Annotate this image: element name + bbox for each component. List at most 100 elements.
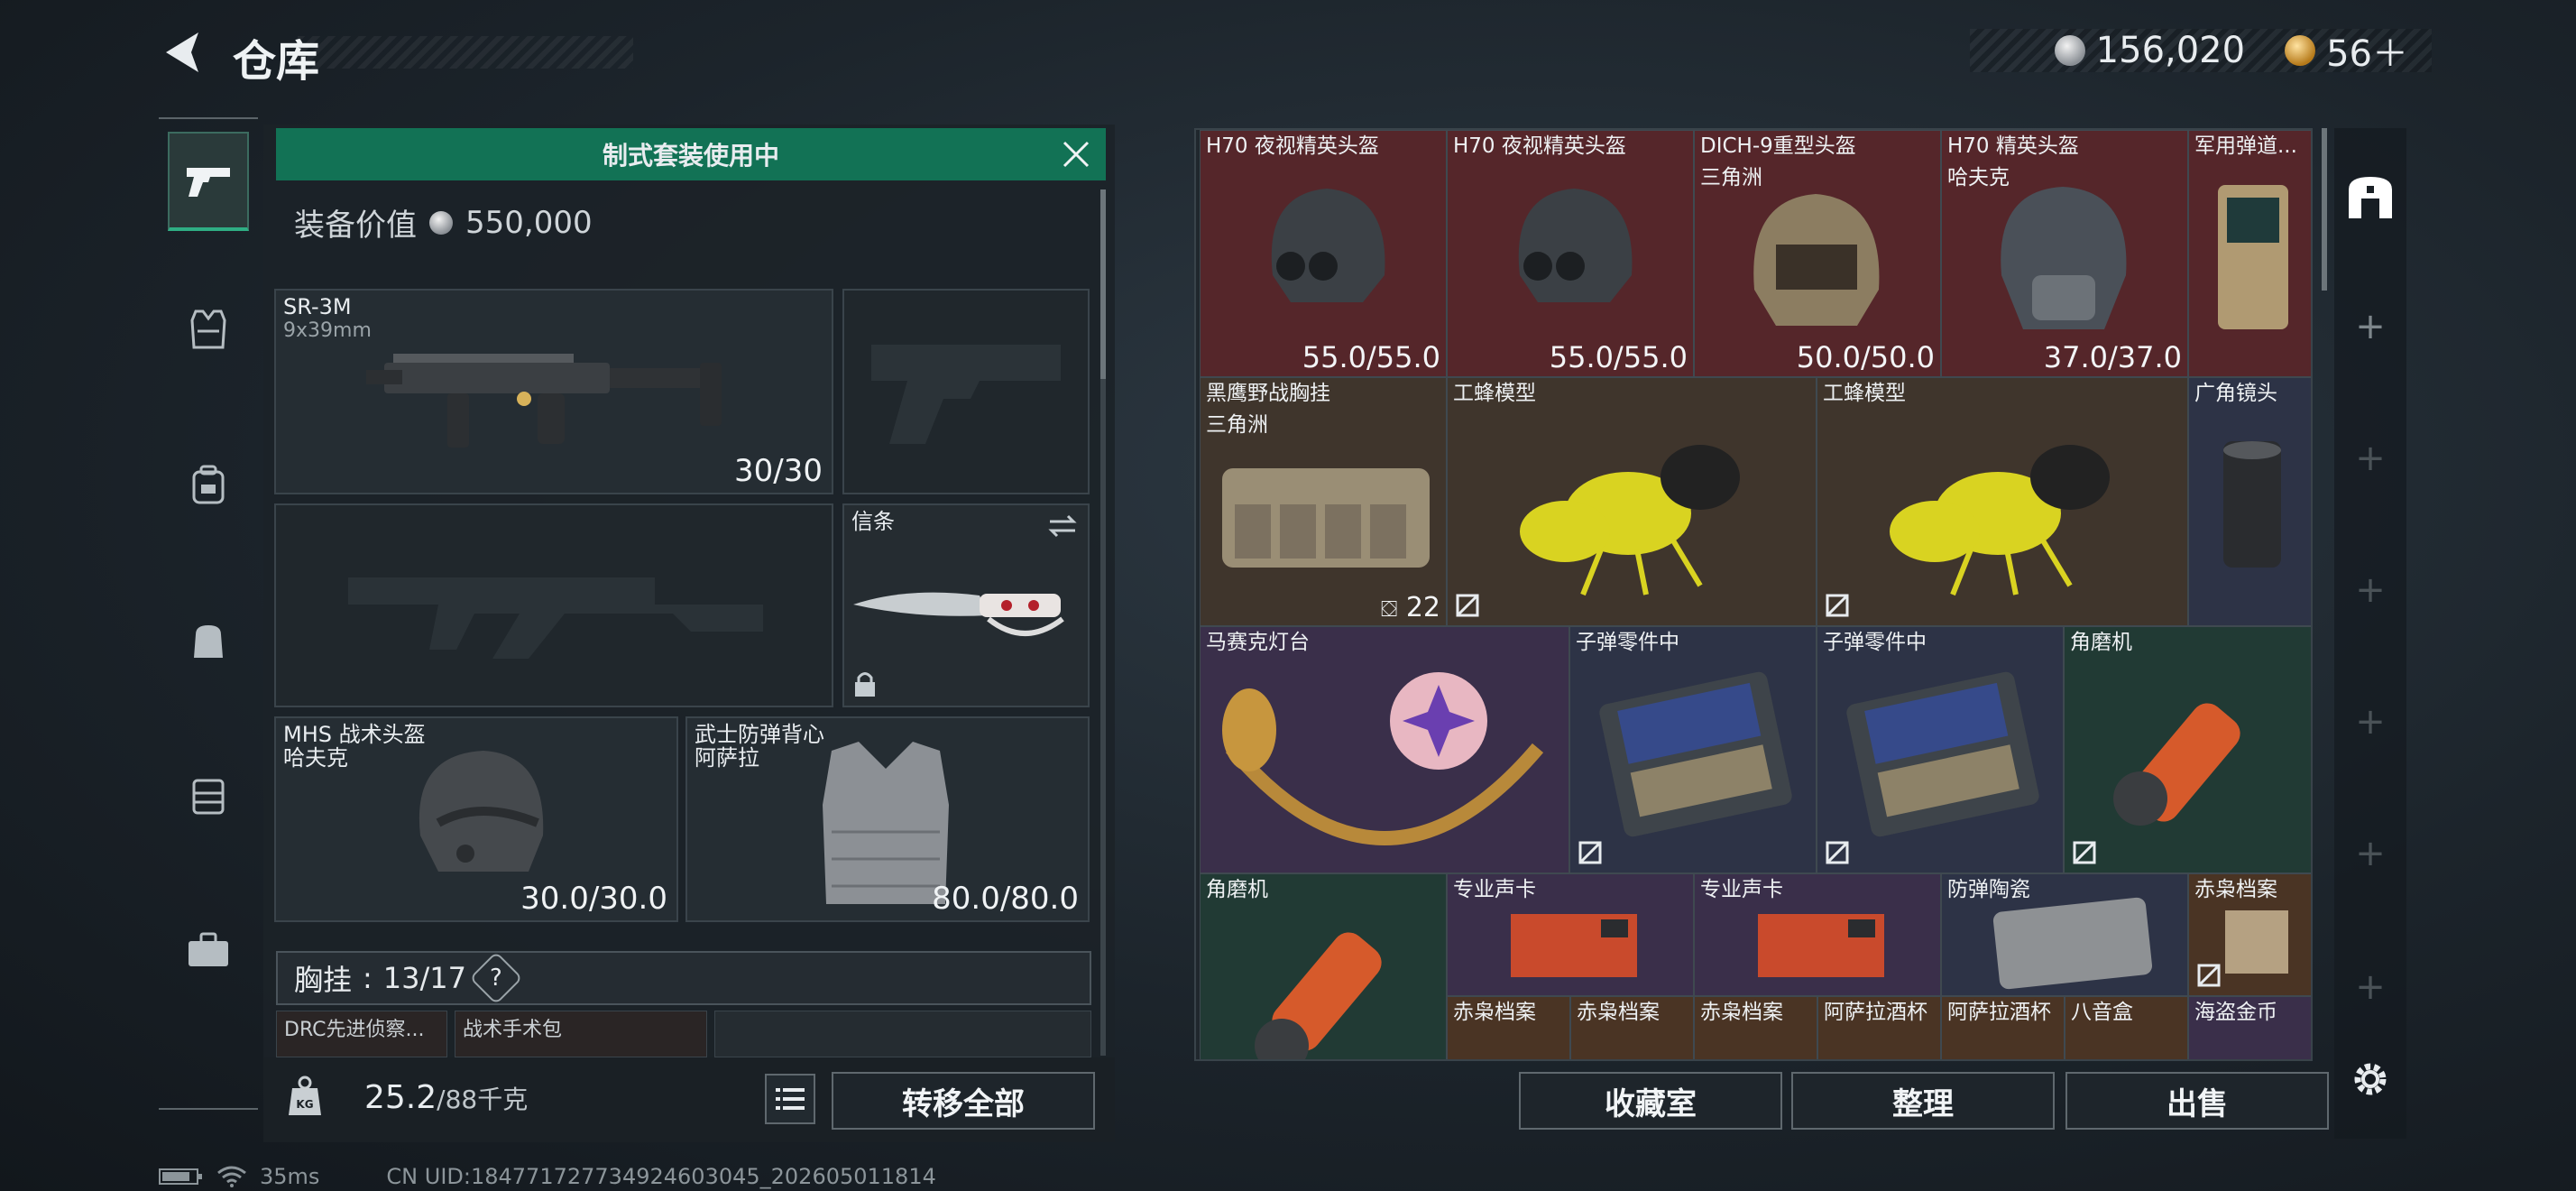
primary-weapon-slot[interactable]: SR-3M 9x39mm 30/30 (274, 289, 833, 494)
stash-item[interactable]: 赤枭档案 (1570, 996, 1694, 1059)
item-name: 工蜂模型 (1823, 382, 1906, 405)
stash-item[interactable]: H70 夜视精英头盔 55.0/55.0 (1447, 130, 1694, 377)
rig-item-slot[interactable]: DRC先进侦察... (276, 1011, 447, 1057)
stash-item[interactable]: DICH-9重型头盔 三角洲 50.0/50.0 (1694, 130, 1941, 377)
nav-armor[interactable] (168, 280, 249, 379)
armor-slot[interactable]: 武士防弹背心 阿萨拉 80.0/80.0 (685, 716, 1090, 922)
stash-item[interactable]: 赤枭档案 (1694, 996, 1817, 1059)
transfer-all-button[interactable]: 转移全部 (832, 1072, 1095, 1130)
stash-item[interactable]: 阿萨拉酒杯 (1941, 996, 2065, 1059)
item-name: 海盗金币 (2194, 1001, 2277, 1024)
stash-item[interactable]: H70 精英头盔 哈夫克 37.0/37.0 (1941, 130, 2188, 377)
stash-item[interactable]: 防弹陶瓷 (1941, 873, 2188, 996)
ticket-balance[interactable]: 56＋ (2326, 24, 2408, 77)
helmet-slot[interactable]: MHS 战术头盔 哈夫克 30.0/30.0 (274, 716, 678, 922)
helmet-durability: 30.0/30.0 (520, 881, 667, 917)
nav-weapons[interactable] (168, 132, 249, 231)
vest-icon (190, 309, 226, 349)
item-name: 赤枭档案 (1700, 1001, 1783, 1024)
loadout-scrollbar-thumb[interactable] (1100, 189, 1106, 379)
rig-item-name: DRC先进侦察... (284, 1019, 425, 1041)
no-trade-icon (1826, 841, 1849, 864)
wifi-icon (217, 1166, 246, 1187)
stash-item[interactable]: 子弹零件中 (1817, 626, 2064, 873)
stash-item[interactable]: 黑鹰野战胸挂 三角洲 ⛋ 22 (1200, 377, 1447, 626)
stash-scrollbar[interactable] (2322, 128, 2327, 291)
item-name: 黑鹰野战胸挂 (1206, 382, 1330, 405)
item-map: 三角洲 (1206, 413, 1268, 437)
weight-current: 25.2 (364, 1079, 437, 1116)
dossier-image (2225, 910, 2288, 974)
rig-item-slot[interactable]: 战术手术包 (455, 1011, 707, 1057)
close-banner-button[interactable] (1059, 137, 1093, 171)
stash-item[interactable]: 子弹零件中 (1569, 626, 1817, 873)
stash-item[interactable]: 八音盒 (2065, 996, 2188, 1059)
stash-item[interactable]: H70 夜视精英头盔 55.0/55.0 (1200, 130, 1447, 377)
header-decoration (298, 36, 633, 69)
melee-name: 信条 (851, 509, 895, 534)
ticket-icon (2285, 35, 2316, 66)
stash-item[interactable]: 军用弹道... (2188, 130, 2311, 377)
preset-banner[interactable]: 制式套装使用中 (276, 128, 1106, 180)
stash-item[interactable]: 赤枭档案 (2188, 873, 2311, 996)
stash-tab-add[interactable]: + (2341, 561, 2399, 619)
stash-item[interactable]: 广角镜头 (2188, 377, 2311, 626)
stash-item[interactable]: 工蜂模型 (1447, 377, 1817, 626)
mosaic-lamp-image (1222, 672, 1544, 845)
sell-button[interactable]: 出售 (2065, 1072, 2329, 1130)
stash-tab-main[interactable] (2341, 168, 2399, 226)
item-name: 阿萨拉酒杯 (1824, 1001, 1927, 1024)
item-durability: 37.0/37.0 (2043, 340, 2182, 374)
organize-button[interactable]: 整理 (1791, 1072, 2055, 1130)
stash-item[interactable]: 海盗金币 (2188, 996, 2311, 1059)
item-name: 子弹零件中 (1576, 631, 1679, 654)
rig-item-slot-empty[interactable] (714, 1011, 1091, 1057)
ammo-parts-image (1846, 671, 2039, 837)
stash-tab-add[interactable]: + (2341, 429, 2399, 487)
category-sidebar (159, 119, 258, 1112)
swap-icon[interactable] (1046, 512, 1079, 540)
no-trade-icon (1456, 594, 1479, 617)
ping: 35ms (260, 1164, 320, 1189)
no-trade-icon (1826, 594, 1849, 617)
armor-map: 阿萨拉 (695, 745, 759, 771)
melee-slot[interactable]: 信条 (842, 503, 1090, 707)
nav-backpack[interactable] (168, 435, 249, 534)
chest-rig-bar[interactable]: 胸挂: 13/17 ? (276, 951, 1091, 1005)
list-icon (776, 1088, 805, 1110)
help-button[interactable]: ? (469, 951, 523, 1005)
knife-image (853, 592, 1064, 636)
lens-image (2223, 441, 2281, 568)
stash-grid: H70 夜视精英头盔 55.0/55.0 H70 夜视精英头盔 55.0/55.… (1194, 128, 2313, 1061)
stash-tab-add[interactable]: + (2341, 693, 2399, 751)
sidearm-slot-empty[interactable] (842, 289, 1090, 494)
bag-icon (194, 625, 223, 658)
back-button[interactable] (155, 27, 209, 78)
stash-tab-add[interactable]: + (2341, 958, 2399, 1016)
nav-container[interactable] (168, 745, 249, 845)
stash-tab-add[interactable]: + (2341, 825, 2399, 882)
nav-case[interactable] (168, 900, 249, 1000)
equipment-value-amount: 550,000 (465, 204, 593, 241)
stash-item[interactable]: 马赛克灯台 (1200, 626, 1569, 873)
equipment-value-label: 装备价值 (294, 208, 417, 244)
item-name: 军用弹道... (2194, 134, 2297, 158)
ballistic-computer-image (2218, 185, 2288, 329)
item-name: 广角镜头 (2194, 382, 2277, 405)
stash-item[interactable]: 角磨机 (1200, 873, 1447, 1059)
container-icon (192, 779, 225, 815)
settings-button[interactable] (2341, 1050, 2399, 1108)
stash-item[interactable]: 阿萨拉酒杯 (1817, 996, 1941, 1059)
stash-item[interactable]: 工蜂模型 (1817, 377, 2188, 626)
item-name: 赤枭档案 (1577, 1001, 1660, 1024)
collection-room-button[interactable]: 收藏室 (1519, 1072, 1782, 1130)
stash-item[interactable]: 专业声卡 (1694, 873, 1941, 996)
nav-bag[interactable] (168, 590, 249, 689)
stash-item[interactable]: 赤枭档案 (1447, 996, 1570, 1059)
list-view-button[interactable] (765, 1074, 815, 1124)
item-name: 专业声卡 (1700, 878, 1783, 901)
stash-item[interactable]: 角磨机 (2064, 626, 2311, 873)
secondary-weapon-slot-empty[interactable] (274, 503, 833, 707)
stash-item[interactable]: 专业声卡 (1447, 873, 1694, 996)
stash-tab-add[interactable]: + (2341, 298, 2399, 355)
